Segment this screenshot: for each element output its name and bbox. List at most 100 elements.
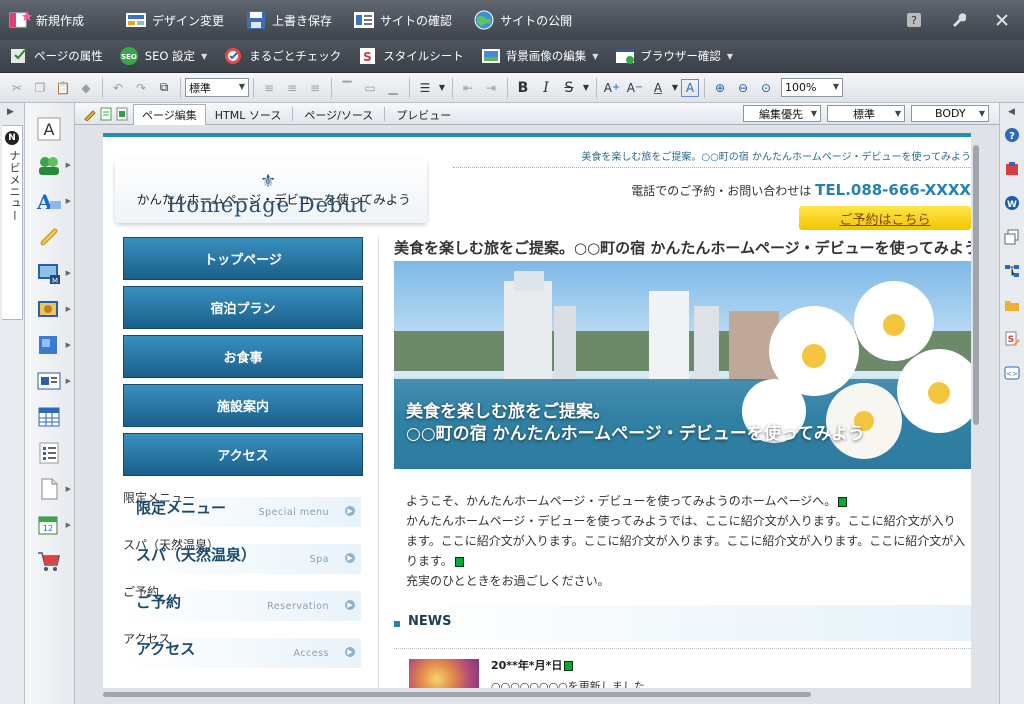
reservation-button[interactable]: ご予約はこちら: [799, 206, 971, 230]
tab-html-source[interactable]: HTML ソース: [206, 104, 291, 124]
nav-access[interactable]: アクセス: [123, 433, 363, 476]
align-center-icon[interactable]: ≡: [281, 77, 303, 99]
left-side-strip: ▶ N ナビメニュー: [0, 103, 25, 704]
background-edit-button[interactable]: 背景画像の編集 ▼: [472, 40, 607, 73]
publish-site-button[interactable]: サイトの公開: [464, 0, 580, 40]
news-item-text[interactable]: ○○○○○○○○を更新しました: [491, 678, 645, 688]
browser-check-button[interactable]: ブラウザー確認 ▼: [606, 40, 741, 73]
strikethrough-icon[interactable]: S: [558, 77, 580, 99]
nav-stay-plan[interactable]: 宿泊プラン: [123, 286, 363, 329]
page-doc-icon[interactable]: [115, 107, 129, 121]
web-page-preview[interactable]: 美食を楽しむ旅をご提案。○○町の宿 かんたんホームページ・デビューを使ってみよう…: [103, 133, 971, 688]
banner-label-en: Special menu: [258, 507, 329, 518]
insert-link-icon[interactable]: [35, 223, 63, 251]
insert-form-icon[interactable]: ▶: [35, 367, 71, 395]
overwrite-save-button[interactable]: 上書き保存: [236, 0, 340, 40]
font-color-icon[interactable]: A: [647, 77, 669, 99]
vertical-scrollbar[interactable]: [973, 145, 979, 425]
redo-icon[interactable]: ↷: [130, 77, 152, 99]
pencil-icon[interactable]: [83, 107, 97, 122]
expand-arrow-icon[interactable]: ▶: [7, 107, 14, 117]
undo-icon[interactable]: ↶: [107, 77, 129, 99]
horizontal-scrollbar[interactable]: [103, 692, 811, 697]
new-page-button[interactable]: 新規作成: [0, 0, 92, 40]
copy-pages-icon[interactable]: [1004, 229, 1020, 245]
align-right-icon[interactable]: ≡: [304, 77, 326, 99]
valign-bottom-icon[interactable]: ▁: [382, 77, 404, 99]
page-properties-button[interactable]: ページの属性: [0, 40, 111, 73]
insert-image-icon[interactable]: ▶: [35, 295, 71, 323]
wrench-icon[interactable]: [936, 0, 980, 40]
site-logo[interactable]: ⚜ かんたんホームページ・デビューを使ってみよう Homepage Debut: [115, 159, 427, 223]
style-edit-icon[interactable]: S: [1004, 331, 1020, 347]
chevron-down-icon[interactable]: ▼: [581, 77, 591, 99]
insert-list-icon[interactable]: [35, 439, 63, 467]
hero-image[interactable]: 美食を楽しむ旅をご提案。 ○○町の宿 かんたんホームページ・デビューを使ってみよ…: [394, 261, 971, 469]
zoom-fit-icon[interactable]: ⊙: [755, 77, 777, 99]
insert-movie-icon[interactable]: M ▶: [35, 259, 71, 287]
copy-icon[interactable]: ❐: [29, 77, 51, 99]
collapse-arrow-icon[interactable]: ◀: [1008, 107, 1015, 117]
element-select[interactable]: BODY ▼: [911, 105, 989, 122]
insert-table-icon[interactable]: [35, 403, 63, 431]
insert-layout-icon[interactable]: ▶: [35, 331, 71, 359]
banner-access[interactable]: アクセス アクセス Access ▶: [123, 630, 363, 676]
stylesheet-button[interactable]: S スタイルシート: [349, 40, 472, 73]
valign-top-icon[interactable]: ▔: [336, 77, 358, 99]
red-box-icon[interactable]: [1004, 161, 1020, 177]
italic-icon[interactable]: I: [535, 77, 557, 99]
indent-icon[interactable]: ⇥: [480, 77, 502, 99]
edit-priority-select[interactable]: 編集優先 ▼: [743, 105, 821, 122]
tab-page-edit[interactable]: ページ編集: [133, 104, 206, 125]
editor-canvas[interactable]: 美食を楽しむ旅をご提案。○○町の宿 かんたんホームページ・デビューを使ってみよう…: [75, 125, 999, 704]
insert-page-icon[interactable]: ▶: [35, 475, 71, 503]
sitemap-icon[interactable]: [1004, 263, 1020, 279]
font-size-down-icon[interactable]: A −: [624, 77, 646, 99]
style-select[interactable]: 標準 ▼: [827, 105, 905, 122]
nav-meals[interactable]: お食事: [123, 335, 363, 378]
banner-spa[interactable]: スパ（天然温泉） スパ（天然温泉） Spa ▶: [123, 536, 363, 582]
edit-link-icon[interactable]: ⧉: [153, 77, 175, 99]
nav-facilities[interactable]: 施設案内: [123, 384, 363, 427]
chevron-down-icon[interactable]: ▼: [437, 77, 447, 99]
change-design-button[interactable]: デザイン変更: [116, 0, 232, 40]
paragraph-style-select[interactable]: 標準 ▼: [185, 78, 249, 97]
check-site-button[interactable]: サイトの確認: [344, 0, 460, 40]
insert-calendar-icon[interactable]: 12 ▶: [35, 511, 71, 539]
seo-settings-button[interactable]: SEO SEO 設定 ▼: [111, 40, 215, 73]
font-size-up-icon[interactable]: A +: [601, 77, 623, 99]
valign-middle-icon[interactable]: ▭: [359, 77, 381, 99]
banner-reservation[interactable]: ご予約 ご予約 Reservation ▶: [123, 583, 363, 629]
help-icon[interactable]: ?: [1004, 127, 1020, 143]
word-icon[interactable]: W: [1004, 195, 1020, 211]
text-style-icon[interactable]: A: [681, 78, 699, 97]
close-icon[interactable]: [980, 0, 1024, 40]
eraser-icon[interactable]: ◆: [75, 77, 97, 99]
help-book-icon[interactable]: ?: [892, 0, 936, 40]
banner-special-menu[interactable]: 限定メニュー 限定メニュー Special menu ▶: [123, 489, 363, 535]
folder-icon[interactable]: [1004, 297, 1020, 313]
intro-line2: かんたんホームページ・デビューを使ってみようでは、ここに紹介文が入ります。ここに…: [406, 514, 966, 568]
paste-icon[interactable]: 📋: [52, 77, 74, 99]
chevron-down-icon[interactable]: ▼: [670, 77, 680, 99]
shopping-cart-icon[interactable]: [35, 547, 63, 575]
source-code-icon[interactable]: <>: [1004, 365, 1020, 381]
align-left-icon[interactable]: ≡: [258, 77, 280, 99]
tab-page-source[interactable]: ページ/ソース: [295, 104, 382, 124]
edit-page-icon[interactable]: [99, 107, 113, 121]
insert-parts-icon[interactable]: ▶: [35, 151, 71, 179]
bold-icon[interactable]: B: [512, 77, 534, 99]
news-thumbnail[interactable]: [409, 659, 479, 688]
nav-top-page[interactable]: トップページ: [123, 237, 363, 280]
tab-preview[interactable]: プレビュー: [387, 104, 460, 124]
cut-icon[interactable]: ✂: [6, 77, 28, 99]
zoom-select[interactable]: 100% ▼: [781, 78, 843, 97]
outdent-icon[interactable]: ⇤: [457, 77, 479, 99]
zoom-out-icon[interactable]: ⊖: [732, 77, 754, 99]
nav-menu-tab[interactable]: N ナビメニュー: [2, 125, 23, 320]
whole-check-button[interactable]: まるごとチェック: [215, 40, 349, 73]
insert-text-icon[interactable]: A: [35, 115, 63, 143]
insert-heading-icon[interactable]: A ▶: [35, 187, 71, 215]
bullet-list-icon[interactable]: ☰: [414, 77, 436, 99]
zoom-in-icon[interactable]: ⊕: [709, 77, 731, 99]
